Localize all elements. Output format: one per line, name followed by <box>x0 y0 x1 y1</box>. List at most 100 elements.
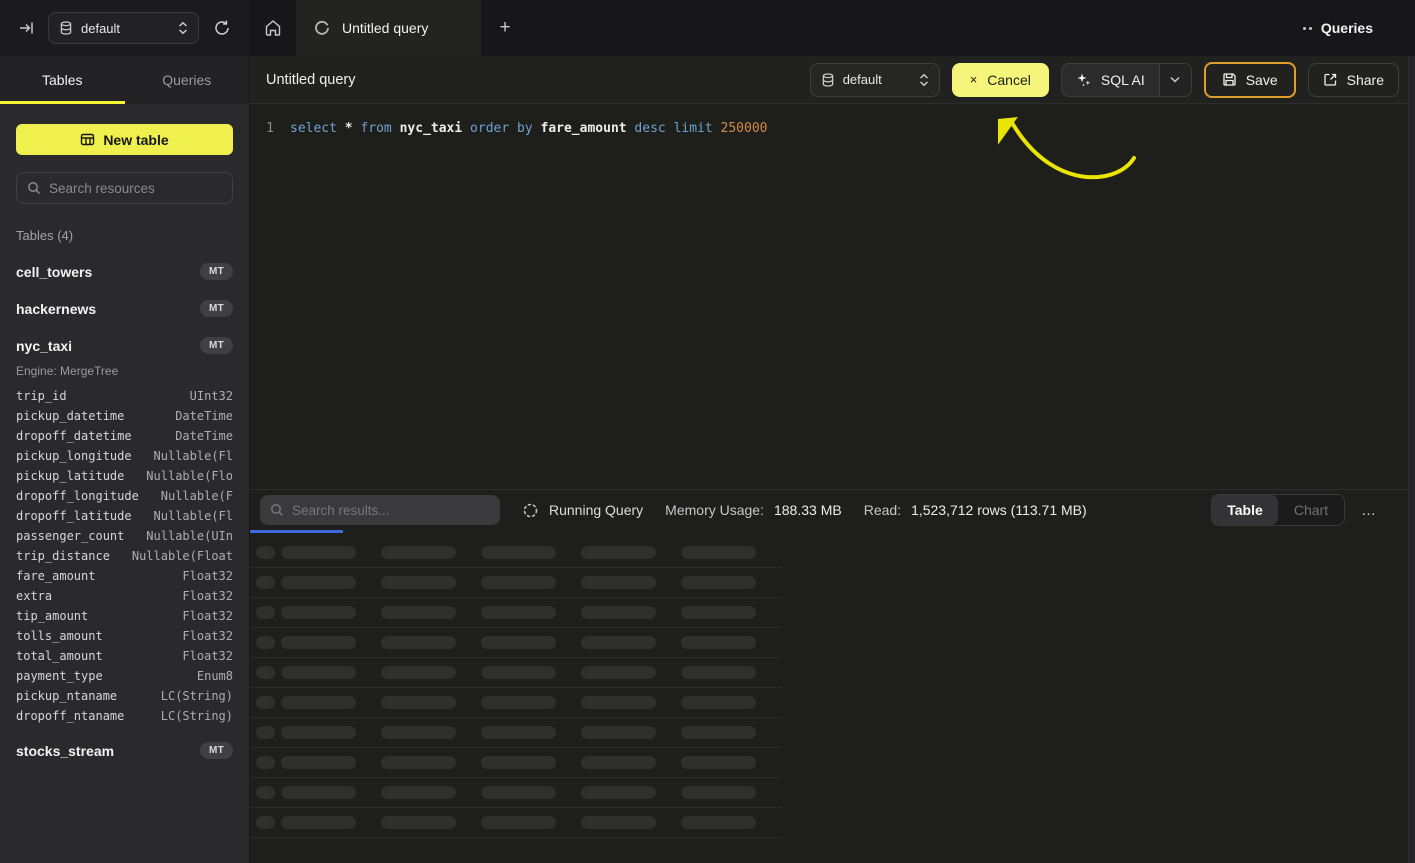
new-tab-button[interactable]: + <box>481 0 529 56</box>
more-options-button[interactable]: … <box>1361 502 1377 519</box>
skeleton-cell <box>681 636 756 649</box>
vertical-scrollbar[interactable] <box>1408 56 1415 863</box>
skeleton-cell <box>381 816 456 829</box>
chevron-updown-icon <box>919 73 929 87</box>
column-row[interactable]: dropoff_ntanameLC(String) <box>16 706 233 726</box>
sql-ai-button[interactable]: SQL AI <box>1061 63 1192 97</box>
resource-search-input[interactable] <box>49 181 222 196</box>
query-status: Running Query <box>522 502 643 519</box>
memory-usage: Memory Usage: 188.33 MB <box>665 502 842 518</box>
tab-strip: Untitled query + Queries <box>250 0 1415 56</box>
column-name: pickup_ntaname <box>16 686 117 706</box>
database-selector[interactable]: default <box>48 12 199 44</box>
skeleton-cell <box>256 666 275 679</box>
search-icon <box>27 181 41 195</box>
query-tab-label: Untitled query <box>342 20 428 36</box>
column-type: Nullable(Flo <box>146 466 233 486</box>
skeleton-cell <box>256 576 275 589</box>
skeleton-row <box>250 688 782 718</box>
query-database-selector[interactable]: default <box>810 63 940 97</box>
column-row[interactable]: dropoff_latitudeNullable(Fl <box>16 506 233 526</box>
results-search[interactable] <box>260 495 500 525</box>
column-row[interactable]: passenger_countNullable(UIn <box>16 526 233 546</box>
column-name: pickup_datetime <box>16 406 124 426</box>
column-row[interactable]: pickup_ntanameLC(String) <box>16 686 233 706</box>
skeleton-cell <box>256 546 275 559</box>
column-row[interactable]: fare_amountFloat32 <box>16 566 233 586</box>
sidebar-tab-queries[interactable]: Queries <box>125 56 250 104</box>
sql-token: by <box>517 121 533 136</box>
view-toggle-table[interactable]: Table <box>1212 495 1278 525</box>
sidebar: default Tables <box>0 0 250 863</box>
read-stats: Read: 1,523,712 rows (113.71 MB) <box>864 502 1087 518</box>
save-button[interactable]: Save <box>1204 62 1296 98</box>
column-row[interactable]: tolls_amountFloat32 <box>16 626 233 646</box>
share-button[interactable]: Share <box>1308 63 1399 97</box>
sql-editor[interactable]: 1 select * from nyc_taxi order by fare_a… <box>250 104 1415 489</box>
column-name: dropoff_datetime <box>16 426 132 446</box>
skeleton-row <box>250 778 782 808</box>
column-row[interactable]: pickup_latitudeNullable(Flo <box>16 466 233 486</box>
column-row[interactable]: trip_distanceNullable(Float <box>16 546 233 566</box>
query-tab[interactable]: Untitled query <box>296 0 481 56</box>
table-grid-icon <box>80 132 95 147</box>
sql-ai-main[interactable]: SQL AI <box>1062 64 1159 96</box>
column-name: passenger_count <box>16 526 124 546</box>
table-item-stocks-stream[interactable]: stocks_stream MT <box>16 742 233 759</box>
column-row[interactable]: total_amountFloat32 <box>16 646 233 666</box>
database-selector-value: default <box>81 21 170 36</box>
tab-strip-spacer <box>529 0 1303 56</box>
cancel-button-label: Cancel <box>987 72 1031 88</box>
view-toggle-chart[interactable]: Chart <box>1278 495 1344 525</box>
results-search-input[interactable] <box>292 503 490 518</box>
new-table-button[interactable]: New table <box>16 124 233 155</box>
table-name: hackernews <box>16 301 96 317</box>
cancel-button[interactable]: × Cancel <box>952 63 1049 97</box>
skeleton-cell <box>681 726 756 739</box>
sql-ai-dropdown-button[interactable] <box>1159 64 1191 96</box>
spinner-icon <box>522 502 539 519</box>
table-item-nyc-taxi[interactable]: nyc_taxi MT <box>16 337 233 354</box>
skeleton-cell <box>381 756 456 769</box>
skeleton-cell <box>581 666 656 679</box>
queries-link[interactable]: Queries <box>1303 0 1415 56</box>
sql-token: from <box>360 121 391 136</box>
column-row[interactable]: dropoff_longitudeNullable(F <box>16 486 233 506</box>
refresh-button[interactable] <box>209 15 235 41</box>
skeleton-cell <box>281 636 356 649</box>
column-row[interactable]: pickup_longitudeNullable(Fl <box>16 446 233 466</box>
column-row[interactable]: extraFloat32 <box>16 586 233 606</box>
sidebar-tab-tables[interactable]: Tables <box>0 56 125 104</box>
skeleton-cell <box>581 696 656 709</box>
skeleton-cell <box>481 666 556 679</box>
collapse-sidebar-button[interactable] <box>14 16 38 40</box>
sql-token: order <box>470 121 509 136</box>
sql-token: nyc_taxi <box>400 121 463 136</box>
query-database-value: default <box>843 72 911 87</box>
column-type: Nullable(Fl <box>154 506 233 526</box>
resource-search[interactable] <box>16 172 233 204</box>
column-row[interactable]: dropoff_datetimeDateTime <box>16 426 233 446</box>
engine-badge: MT <box>200 300 233 317</box>
engine-label: Engine: MergeTree <box>16 364 233 378</box>
search-icon <box>270 503 284 517</box>
table-item-cell-towers[interactable]: cell_towers MT <box>16 263 233 280</box>
sidebar-tab-tables-label: Tables <box>42 72 82 88</box>
skeleton-cell <box>681 696 756 709</box>
column-row[interactable]: payment_typeEnum8 <box>16 666 233 686</box>
column-name: extra <box>16 586 52 606</box>
plus-icon: + <box>499 17 510 39</box>
home-button[interactable] <box>250 0 296 56</box>
column-name: trip_id <box>16 386 67 406</box>
column-row[interactable]: tip_amountFloat32 <box>16 606 233 626</box>
main-panel: Untitled query + Queries Untitled query <box>250 0 1415 863</box>
column-row[interactable]: pickup_datetime DateTime <box>16 406 233 426</box>
column-row[interactable]: trip_idUInt32 <box>16 386 233 406</box>
skeleton-cell <box>381 606 456 619</box>
skeleton-cell <box>281 816 356 829</box>
column-name: tolls_amount <box>16 626 103 646</box>
skeleton-cell <box>681 786 756 799</box>
table-item-hackernews[interactable]: hackernews MT <box>16 300 233 317</box>
column-type: DateTime <box>175 406 233 426</box>
column-type: Nullable(F <box>161 486 233 506</box>
